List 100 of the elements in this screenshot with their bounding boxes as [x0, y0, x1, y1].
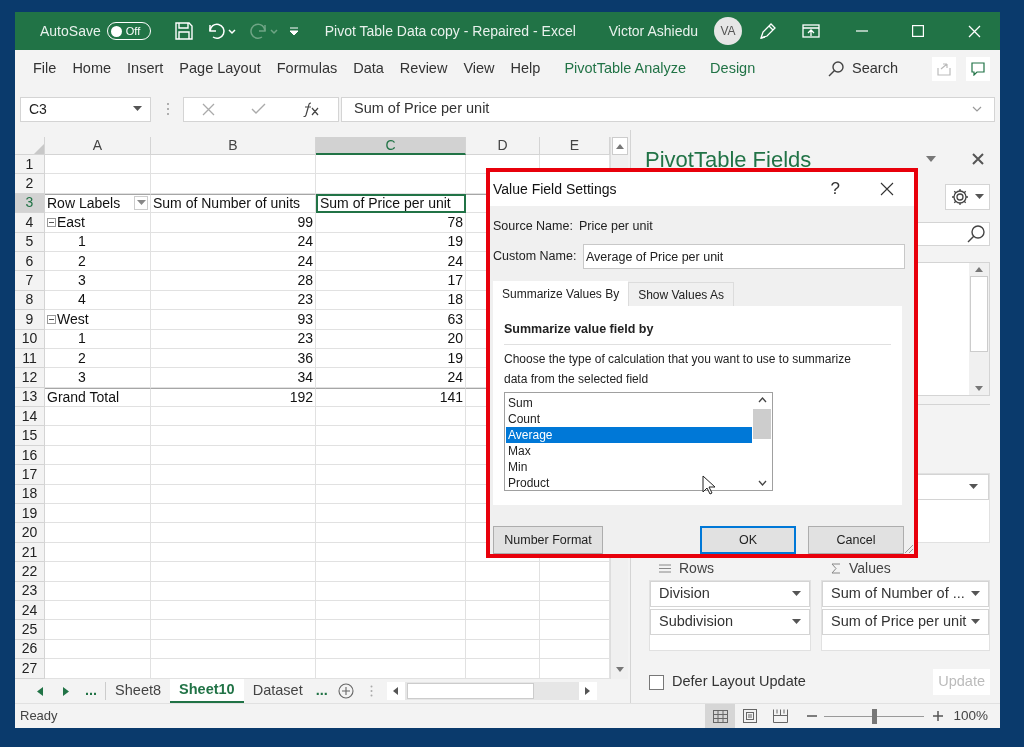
resize-grip-icon[interactable]	[903, 543, 913, 553]
table-cell[interactable]: 34	[151, 368, 316, 388]
table-cell[interactable]	[316, 465, 466, 485]
table-cell[interactable]: 63	[316, 310, 466, 330]
table-cell[interactable]	[466, 581, 540, 601]
table-cell[interactable]	[466, 659, 540, 679]
horizontal-scrollbar[interactable]	[386, 682, 597, 700]
row-header[interactable]: 13	[15, 387, 45, 408]
formula-field[interactable]: Sum of Price per unit	[341, 96, 995, 122]
save-icon[interactable]	[174, 22, 193, 40]
dialog-button[interactable]: OK	[700, 526, 796, 554]
table-cell[interactable]	[151, 562, 316, 582]
sheet-tab[interactable]: Sheet8	[106, 679, 171, 703]
ribbon-tab[interactable]: File	[25, 58, 65, 80]
down-arrow-icon[interactable]	[975, 386, 983, 391]
table-cell[interactable]	[151, 601, 316, 621]
list-item[interactable]: Average	[506, 426, 752, 443]
table-cell[interactable]: 99	[151, 213, 316, 233]
row-header[interactable]: 25	[15, 620, 45, 640]
close-icon[interactable]	[880, 182, 894, 196]
table-cell[interactable]: 36	[151, 348, 316, 369]
table-cell[interactable]	[151, 639, 316, 660]
more-sheets-button[interactable]: ...	[85, 680, 98, 702]
table-cell[interactable]	[316, 542, 466, 563]
dialog-button[interactable]: Number Format	[493, 526, 603, 554]
table-cell[interactable]	[151, 484, 316, 505]
table-cell[interactable]: 3	[45, 271, 151, 291]
table-cell[interactable]: 141	[316, 387, 466, 408]
ribbon-tab[interactable]: View	[455, 58, 503, 80]
chevron-up-icon[interactable]	[757, 396, 767, 403]
table-cell[interactable]	[45, 659, 151, 679]
table-cell[interactable]	[316, 523, 466, 543]
dialog-button[interactable]: Cancel	[808, 526, 904, 554]
table-cell[interactable]: West	[45, 310, 151, 330]
table-cell[interactable]	[151, 504, 316, 524]
row-header[interactable]: 1	[15, 155, 45, 175]
row-header[interactable]: 5	[15, 232, 45, 252]
row-header[interactable]: 12	[15, 368, 45, 388]
function-icon[interactable]	[302, 101, 320, 117]
up-arrow-icon[interactable]	[975, 267, 983, 272]
column-header[interactable]: A	[45, 137, 151, 155]
row-header[interactable]: 2	[15, 174, 45, 194]
table-cell[interactable]: 20	[316, 329, 466, 349]
undo-icon[interactable]	[206, 22, 237, 40]
share-button[interactable]	[932, 57, 956, 81]
table-cell[interactable]: Row Labels	[45, 193, 151, 214]
table-cell[interactable]	[316, 620, 466, 640]
table-cell[interactable]	[316, 562, 466, 582]
ribbon-tab[interactable]: Data	[345, 58, 392, 80]
row-header[interactable]: 8	[15, 290, 45, 311]
cancel-icon[interactable]	[202, 102, 215, 116]
field-dropdown[interactable]: Sum of Number of ...	[822, 581, 989, 607]
row-header[interactable]: 24	[15, 601, 45, 621]
table-cell[interactable]	[45, 407, 151, 427]
table-cell[interactable]: Grand Total	[45, 387, 151, 408]
row-header[interactable]: 16	[15, 445, 45, 466]
table-cell[interactable]: 192	[151, 387, 316, 408]
row-header[interactable]: 17	[15, 465, 45, 485]
filter-dropdown-button[interactable]	[134, 196, 148, 211]
checkbox[interactable]	[649, 674, 664, 690]
table-cell[interactable]	[316, 504, 466, 524]
table-cell[interactable]	[45, 484, 151, 505]
sheet-tab[interactable]: Sheet10	[170, 679, 244, 703]
row-header[interactable]: 11	[15, 348, 45, 369]
table-cell[interactable]	[45, 562, 151, 582]
table-cell[interactable]: 2	[45, 251, 151, 272]
table-cell[interactable]	[466, 639, 540, 660]
function-list[interactable]: Sum Count Average Max Min Product	[504, 391, 773, 491]
table-cell[interactable]	[316, 659, 466, 679]
slider-thumb[interactable]	[871, 708, 877, 724]
table-cell[interactable]	[45, 465, 151, 485]
list-item[interactable]: Max	[506, 442, 752, 459]
zoom-level[interactable]: 100%	[953, 705, 988, 727]
table-cell[interactable]	[151, 581, 316, 601]
row-header[interactable]: 3	[15, 193, 45, 214]
dialog-tab[interactable]: Show Values As	[628, 282, 734, 306]
table-cell[interactable]: 19	[316, 232, 466, 252]
ribbon-tab[interactable]: Help	[502, 58, 549, 80]
previous-sheet-icon[interactable]	[37, 686, 43, 696]
table-cell[interactable]: 4	[45, 290, 151, 311]
select-all-corner[interactable]	[15, 137, 45, 155]
row-header[interactable]: 10	[15, 329, 45, 349]
table-cell[interactable]	[151, 659, 316, 679]
table-cell[interactable]	[151, 542, 316, 563]
list-item[interactable]: Sum	[506, 394, 752, 411]
scroll-thumb[interactable]	[970, 276, 988, 352]
row-header[interactable]: 4	[15, 213, 45, 233]
name-input[interactable]: Average of Price per unit	[583, 244, 905, 269]
vertical-scrollbar[interactable]	[969, 263, 989, 395]
view-button[interactable]	[705, 703, 736, 728]
ribbon-tab[interactable]: Formulas	[268, 58, 346, 80]
row-header[interactable]: 22	[15, 562, 45, 582]
ribbon-display-icon[interactable]	[802, 24, 820, 38]
maximize-icon[interactable]	[912, 25, 924, 37]
table-cell[interactable]: 23	[151, 329, 316, 349]
table-cell[interactable]	[316, 407, 466, 427]
scroll-up-button[interactable]	[611, 137, 628, 155]
list-item[interactable]: Product	[506, 474, 752, 491]
field-dropdown[interactable]: Subdivision	[650, 609, 810, 635]
scroll-thumb[interactable]	[753, 408, 771, 439]
